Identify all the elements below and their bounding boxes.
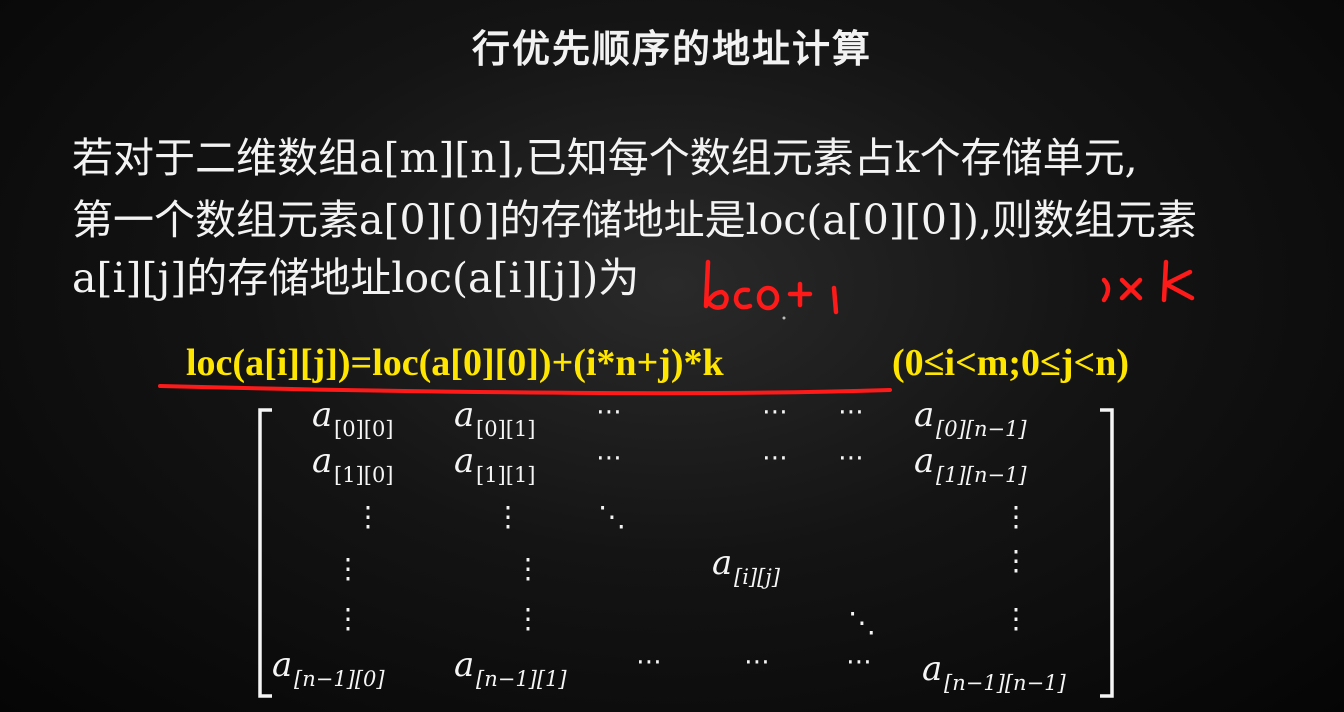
svg-text:⋯: ⋯ [596, 443, 622, 473]
svg-text:a: a [712, 543, 732, 583]
svg-text:⋮: ⋮ [494, 500, 522, 533]
svg-text:a: a [454, 645, 474, 685]
svg-text:a: a [914, 395, 934, 435]
speck-mark [782, 316, 786, 320]
svg-text:[i][j]: [i][j] [734, 565, 781, 589]
svg-text:a: a [312, 441, 332, 481]
svg-text:⋮: ⋮ [514, 552, 542, 585]
handwritten-note-left [703, 259, 839, 315]
svg-text:⋮: ⋮ [354, 500, 382, 533]
matrix-row-3: ⋮ ⋮ a [i][j] ⋮ [334, 543, 1030, 589]
svg-text:⋯: ⋯ [596, 397, 622, 427]
svg-text:⋮: ⋮ [334, 552, 362, 585]
svg-text:⋯: ⋯ [838, 443, 864, 473]
svg-text:a: a [922, 649, 942, 689]
svg-text:⋮: ⋮ [1002, 602, 1030, 635]
matrix-left-bracket [258, 408, 272, 698]
svg-text:[0][0]: [0][0] [334, 417, 394, 441]
svg-text:⋮: ⋮ [1002, 500, 1030, 533]
matrix-row-1: a [1][0] a [1][1] ⋯ ⋯ ⋯ a [1][n−1] [312, 441, 1027, 487]
svg-text:a: a [272, 645, 292, 685]
svg-text:⋱: ⋱ [848, 606, 876, 639]
svg-text:⋮: ⋮ [1002, 544, 1030, 577]
matrix-row-0: a [0][0] a [0][1] ⋯ ⋯ ⋯ a [0][n−1] [312, 395, 1027, 441]
svg-text:⋯: ⋯ [762, 397, 788, 427]
slide: 行优先顺序的地址计算 若对于二维数组a[m][n],已知每个数组元素占k个存储单… [0, 0, 1344, 712]
annotation-layer: a [0][0] a [0][1] ⋯ ⋯ ⋯ a [0][n−1] a [1]… [158, 259, 1195, 698]
svg-text:a: a [914, 441, 934, 481]
svg-text:[0][1]: [0][1] [476, 417, 536, 441]
svg-text:[n−1][0]: [n−1][0] [294, 667, 385, 691]
svg-text:⋯: ⋯ [846, 647, 872, 677]
matrix-row-2: ⋮ ⋮ ⋱ ⋮ [354, 500, 1030, 533]
svg-text:a: a [312, 395, 332, 435]
matrix-right-bracket [1100, 408, 1114, 698]
svg-text:⋯: ⋯ [838, 397, 864, 427]
handwritten-note-right [1101, 259, 1195, 303]
svg-text:⋱: ⋱ [598, 500, 626, 533]
svg-text:[n−1][1]: [n−1][1] [476, 667, 567, 691]
svg-text:⋮: ⋮ [334, 602, 362, 635]
svg-text:⋮: ⋮ [514, 602, 542, 635]
svg-text:[1][n−1]: [1][n−1] [936, 463, 1027, 487]
svg-text:a: a [454, 395, 474, 435]
svg-text:⋯: ⋯ [744, 647, 770, 677]
svg-text:⋯: ⋯ [636, 647, 662, 677]
matrix-row-4: ⋮ ⋮ ⋱ ⋮ [334, 602, 1030, 639]
matrix-row-5: a [n−1][0] a [n−1][1] ⋯ ⋯ ⋯ a [n−1][n−1] [272, 645, 1067, 695]
svg-text:[1][0]: [1][0] [334, 463, 394, 487]
svg-text:⋯: ⋯ [762, 443, 788, 473]
svg-text:[0][n−1]: [0][n−1] [936, 417, 1027, 441]
svg-text:a: a [454, 441, 474, 481]
svg-text:[n−1][n−1]: [n−1][n−1] [944, 671, 1067, 695]
formula-underline [158, 384, 892, 396]
svg-text:[1][1]: [1][1] [476, 463, 536, 487]
